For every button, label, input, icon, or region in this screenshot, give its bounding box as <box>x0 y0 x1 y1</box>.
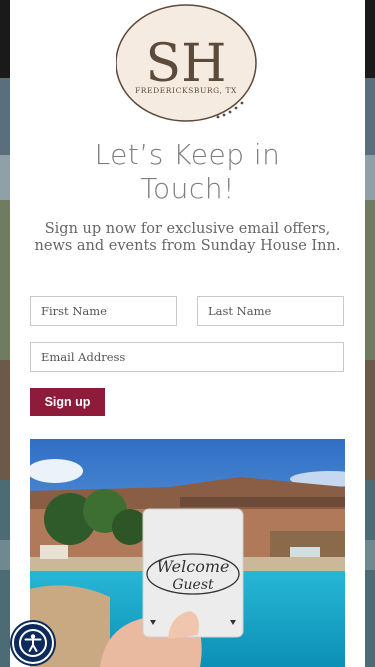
modal-headline: Let’s Keep in Touch! <box>94 138 281 205</box>
welcome-card-photo: Welcome Guest <box>30 439 345 667</box>
logo-monogram: SH <box>146 34 227 94</box>
sunday-house-logo: SH FREDERICKSBURG, TX <box>116 4 257 122</box>
accessibility-button[interactable] <box>12 622 54 664</box>
newsletter-modal: SH FREDERICKSBURG, TX Let’s Keep in Touc… <box>10 0 365 667</box>
first-name-input[interactable]: First Name <box>30 296 177 326</box>
email-placeholder: Email Address <box>41 350 126 364</box>
modal-subtext: Sign up now for exclusive email offers, … <box>34 221 341 254</box>
last-name-placeholder: Last Name <box>208 304 272 318</box>
signup-button[interactable]: Sign up <box>30 388 105 416</box>
last-name-input[interactable]: Last Name <box>197 296 344 326</box>
logo-location: FREDERICKSBURG, TX <box>135 86 237 95</box>
card-text-guest: Guest <box>172 577 214 593</box>
first-name-placeholder: First Name <box>41 304 107 318</box>
accessibility-icon <box>19 629 47 657</box>
email-input[interactable]: Email Address <box>30 342 344 372</box>
card-text-welcome: Welcome <box>157 557 230 576</box>
close-icon[interactable] <box>349 0 365 16</box>
